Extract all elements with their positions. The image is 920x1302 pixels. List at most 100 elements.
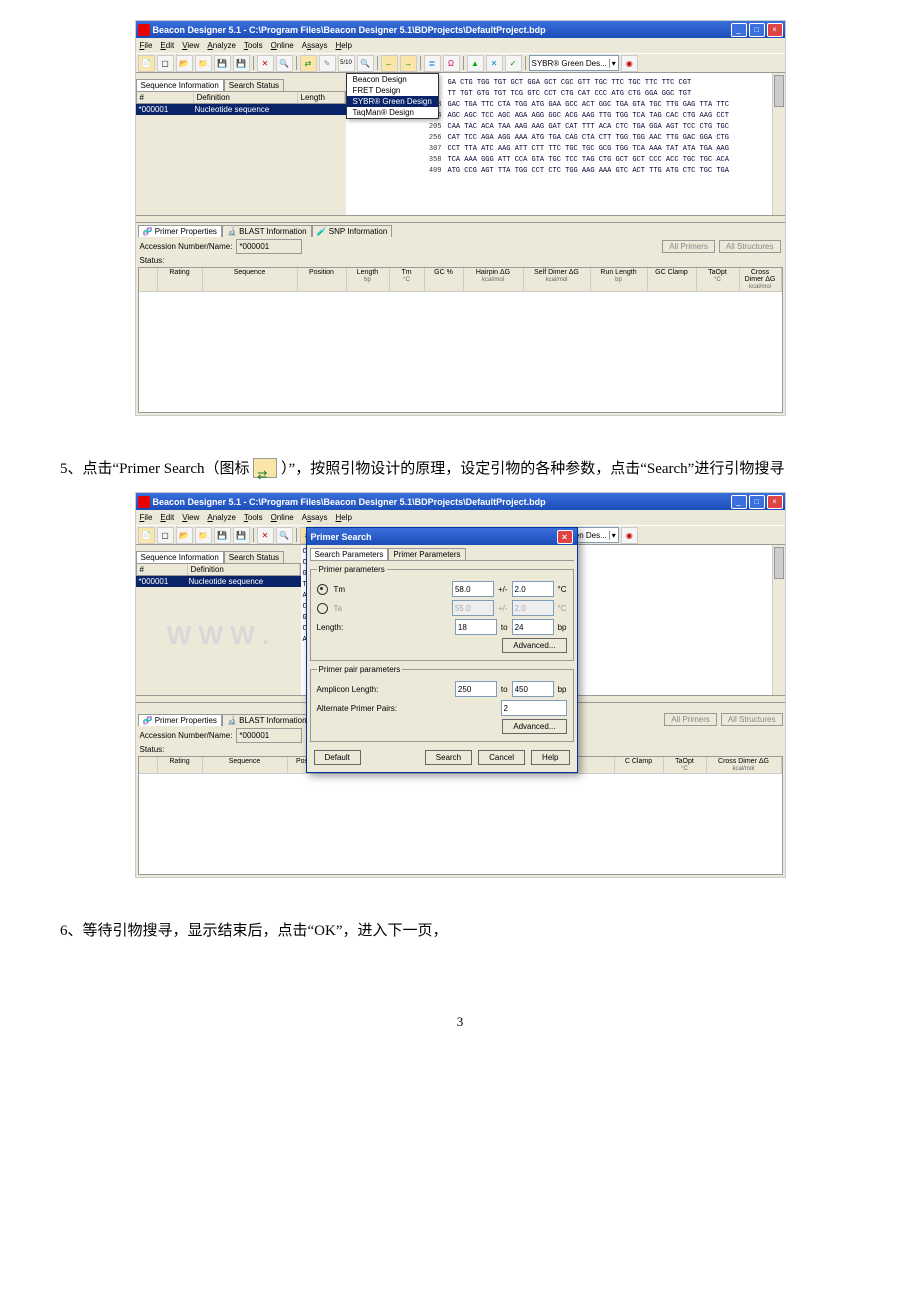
tab-blast-information[interactable]: 🔬 BLAST Information	[222, 714, 312, 726]
menu-view[interactable]: View	[182, 513, 199, 522]
tool-icon-i[interactable]: ✓	[505, 55, 522, 72]
help-button[interactable]: Help	[531, 750, 569, 765]
delete-icon[interactable]: ✕	[257, 527, 274, 544]
primer-advanced-button[interactable]: Advanced...	[502, 638, 566, 653]
pair-advanced-button[interactable]: Advanced...	[502, 719, 566, 734]
amplicon-max-input[interactable]	[512, 681, 554, 697]
minimize-button[interactable]: _	[731, 23, 747, 37]
tab-search-status[interactable]: Search Status	[224, 551, 284, 563]
tab-snp-information[interactable]: 🧪 SNP Information	[312, 225, 393, 237]
save-icon[interactable]: 💾	[214, 55, 231, 72]
titlebar[interactable]: Beacon Designer 5.1 - C:\Program Files\B…	[136, 21, 785, 38]
all-structures-button[interactable]: All Structures	[719, 240, 781, 253]
assay-combo[interactable]: SYBR® Green Des...▾	[529, 55, 619, 71]
dd-sybr[interactable]: SYBR® Green Design	[347, 96, 438, 107]
blank-icon[interactable]: ▢	[157, 527, 174, 544]
tm-range-input[interactable]	[512, 581, 554, 597]
go-icon[interactable]: ◉	[621, 527, 638, 544]
length-min-input[interactable]	[455, 619, 497, 635]
menu-assays[interactable]: Assays	[302, 41, 328, 50]
arrow-left-icon[interactable]: ←	[381, 55, 398, 72]
menu-edit[interactable]: Edit	[160, 513, 174, 522]
arrow-right-icon[interactable]: →	[400, 55, 417, 72]
tool-icon-g[interactable]: ▲	[467, 55, 484, 72]
tool-icon-e[interactable]: ≣	[424, 55, 441, 72]
radio-tm[interactable]	[317, 584, 328, 595]
menu-tools[interactable]: Tools	[244, 513, 263, 522]
accession-input[interactable]	[236, 239, 302, 254]
menu-online[interactable]: Online	[271, 41, 294, 50]
col-def[interactable]: Definition	[194, 92, 298, 103]
menu-analyze[interactable]: Analyze	[207, 513, 235, 522]
table-row[interactable]: *000001 Nucleotide sequence	[136, 576, 301, 587]
new-icon[interactable]: 📄	[138, 55, 155, 72]
tab-primer-properties[interactable]: 🧬 Primer Properties	[138, 714, 222, 726]
menu-view[interactable]: View	[182, 41, 199, 50]
delete-icon[interactable]: ✕	[257, 55, 274, 72]
tm-value-input[interactable]	[452, 581, 494, 597]
tool-icon-f[interactable]: Ω	[443, 55, 460, 72]
accession-input[interactable]	[236, 728, 302, 743]
amplicon-min-input[interactable]	[455, 681, 497, 697]
cancel-button[interactable]: Cancel	[478, 750, 525, 765]
default-button[interactable]: Default	[314, 750, 361, 765]
minimize-button[interactable]: _	[731, 495, 747, 509]
open-icon[interactable]: 📂	[176, 527, 193, 544]
maximize-button[interactable]: □	[749, 23, 765, 37]
titlebar[interactable]: Beacon Designer 5.1 - C:\Program Files\B…	[136, 493, 785, 510]
tool-icon-b[interactable]: ✎	[319, 55, 336, 72]
close-button[interactable]: ×	[767, 495, 783, 509]
tool-icon-h[interactable]: ✕	[486, 55, 503, 72]
open-icon[interactable]: 📂	[176, 55, 193, 72]
binoculars-icon[interactable]: 🔍	[276, 55, 293, 72]
save-as-icon[interactable]: 💾	[233, 55, 250, 72]
search-button[interactable]: Search	[425, 750, 472, 765]
folder-icon[interactable]: 📁	[195, 527, 212, 544]
tab-search-parameters[interactable]: Search Parameters	[310, 548, 389, 560]
tool-icon-d[interactable]: 🔍	[357, 55, 374, 72]
menu-analyze[interactable]: Analyze	[207, 41, 235, 50]
alt-pairs-input[interactable]	[501, 700, 567, 716]
maximize-button[interactable]: □	[749, 495, 765, 509]
go-icon[interactable]: ◉	[621, 55, 638, 72]
radio-ta[interactable]	[317, 603, 328, 614]
col-len[interactable]: Length	[298, 92, 345, 103]
dd-taqman[interactable]: TaqMan® Design	[347, 107, 438, 118]
tab-primer-properties[interactable]: 🧬 Primer Properties	[138, 225, 222, 237]
save-as-icon[interactable]: 💾	[233, 527, 250, 544]
primer-search-icon[interactable]: ⇄	[300, 55, 317, 72]
table-row[interactable]: *000001 Nucleotide sequence	[136, 104, 346, 115]
folder-icon[interactable]: 📁	[195, 55, 212, 72]
binoculars-icon[interactable]: 🔍	[276, 527, 293, 544]
tab-primer-parameters[interactable]: Primer Parameters	[388, 548, 465, 560]
menu-file[interactable]: File	[140, 41, 153, 50]
tab-search-status[interactable]: Search Status	[224, 79, 284, 91]
tool-icon-c[interactable]: 5/10	[338, 55, 355, 72]
all-structures-button[interactable]: All Structures	[721, 713, 783, 726]
scrollbar[interactable]	[772, 545, 785, 695]
dialog-close-button[interactable]: ×	[557, 530, 573, 544]
dd-fret[interactable]: FRET Design	[347, 85, 438, 96]
tab-sequence-information[interactable]: Sequence Information	[136, 551, 224, 563]
dd-beacon[interactable]: Beacon Design	[347, 74, 438, 85]
scrollbar[interactable]	[772, 73, 785, 215]
tab-sequence-information[interactable]: Sequence Information	[136, 79, 224, 91]
menu-help[interactable]: Help	[336, 513, 352, 522]
menu-tools[interactable]: Tools	[244, 41, 263, 50]
tab-blast-information[interactable]: 🔬 BLAST Information	[222, 225, 312, 237]
blank-icon[interactable]: ▢	[157, 55, 174, 72]
new-icon[interactable]: 📄	[138, 527, 155, 544]
menu-edit[interactable]: Edit	[160, 41, 174, 50]
sequence-view[interactable]: Beacon Design FRET Design SYBR® Green De…	[346, 73, 785, 215]
col-num[interactable]: #	[137, 92, 194, 103]
save-icon[interactable]: 💾	[214, 527, 231, 544]
menu-help[interactable]: Help	[336, 41, 352, 50]
all-primers-button[interactable]: All Primers	[662, 240, 715, 253]
design-dropdown[interactable]: Beacon Design FRET Design SYBR® Green De…	[346, 73, 439, 119]
length-max-input[interactable]	[512, 619, 554, 635]
menu-file[interactable]: File	[140, 513, 153, 522]
close-button[interactable]: ×	[767, 23, 783, 37]
menu-online[interactable]: Online	[271, 513, 294, 522]
all-primers-button[interactable]: All Primers	[664, 713, 717, 726]
menu-assays[interactable]: Assays	[302, 513, 328, 522]
